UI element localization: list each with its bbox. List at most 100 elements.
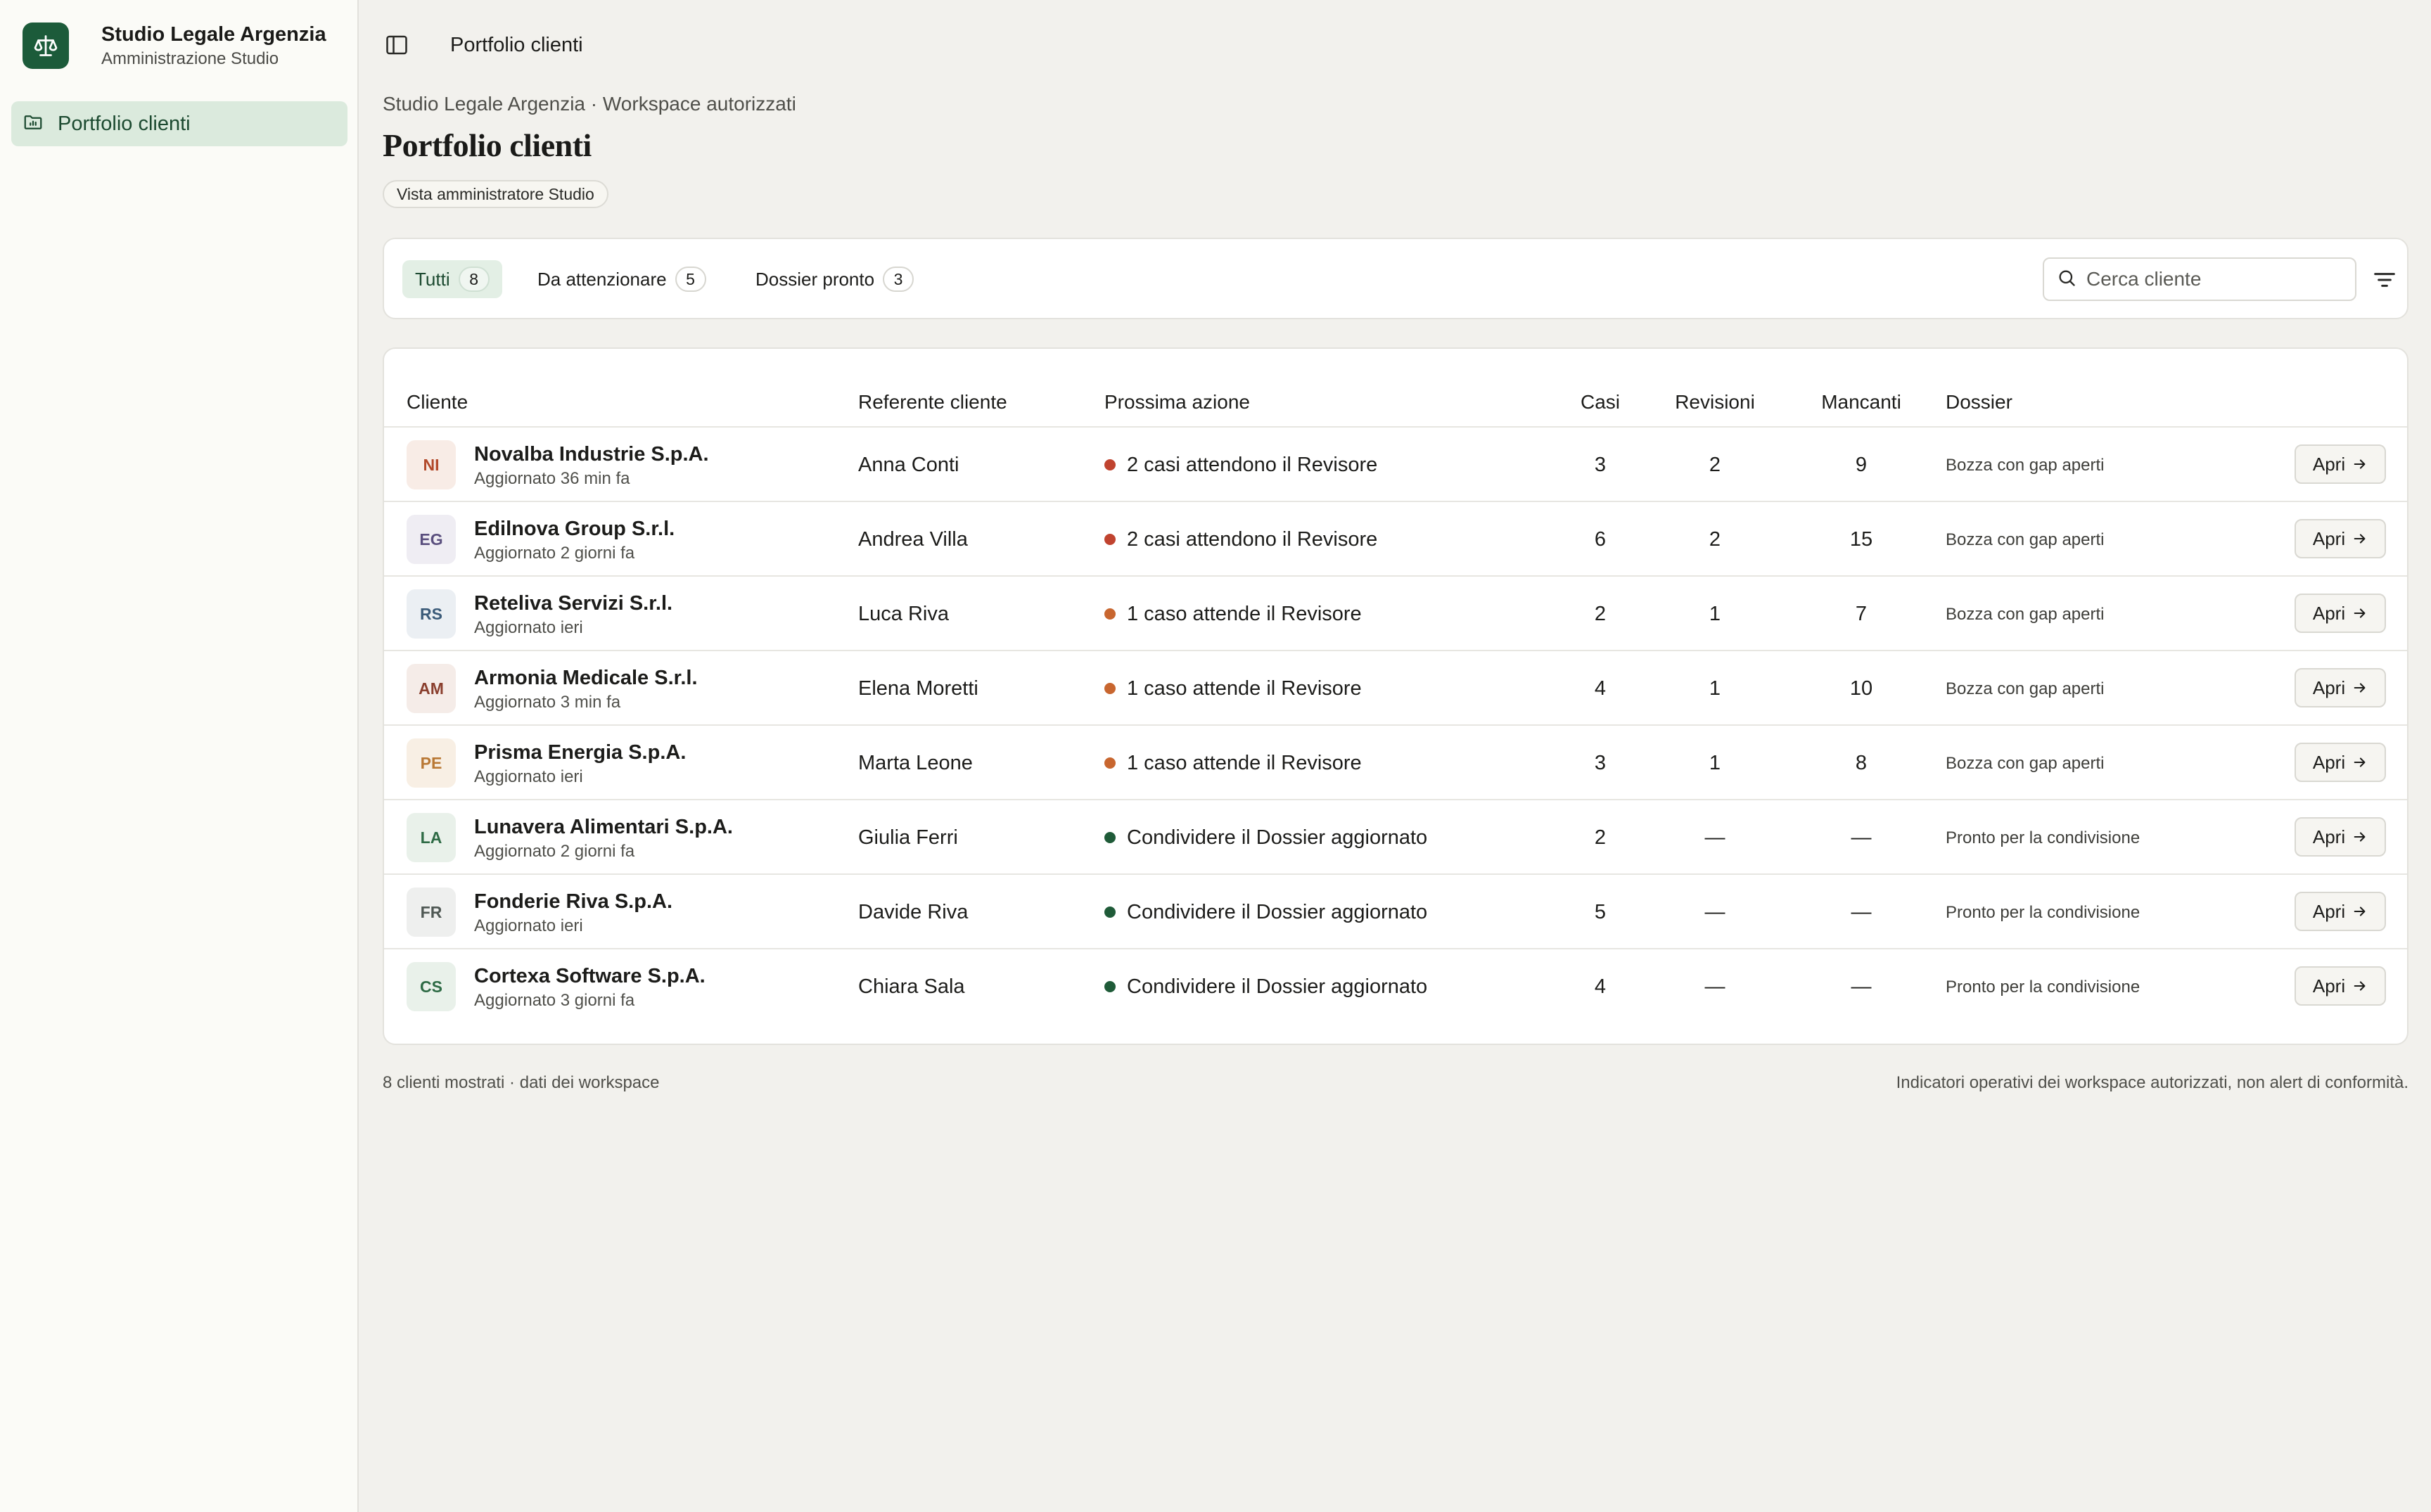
table-row[interactable]: PE Prisma Energia S.p.A. Aggiornato ieri Ma…: [384, 726, 2407, 800]
next-action: 1 caso attende il Revisore: [1104, 750, 1362, 776]
mancanti-count: —: [1851, 901, 1872, 923]
table-row[interactable]: AM Armonia Medicale S.r.l. Aggiornato 3 mi…: [384, 651, 2407, 726]
client-name[interactable]: Lunavera Alimentari S.p.A.: [474, 814, 733, 840]
client-updated: Aggiornato ieri: [474, 767, 583, 786]
open-button[interactable]: Apri: [2295, 743, 2386, 782]
column-header-revisioni: Revisioni: [1675, 391, 1755, 413]
casi-count: 4: [1594, 975, 1607, 998]
client-updated: Aggiornato ieri: [474, 916, 583, 935]
client-name[interactable]: Prisma Energia S.p.A.: [474, 740, 686, 765]
client-referente: Andrea Villa: [858, 528, 968, 551]
view-badge: Vista amministratore Studio: [383, 180, 608, 208]
table-row[interactable]: FR Fonderie Riva S.p.A. Aggiornato ieri Dav…: [384, 875, 2407, 949]
arrow-right-icon: [2354, 459, 2366, 469]
arrow-right-icon: [2354, 981, 2366, 991]
tab-dossier-pronto[interactable]: Dossier pronto 3: [743, 260, 926, 298]
next-action-text: 1 caso attende il Revisore: [1127, 752, 1362, 774]
client-updated: Aggiornato 2 giorni fa: [474, 842, 635, 861]
open-button[interactable]: Apri: [2295, 892, 2386, 931]
next-action-text: 2 casi attendono il Revisore: [1127, 528, 1378, 551]
search-icon: [2057, 268, 2076, 291]
client-avatar: FR: [407, 888, 456, 937]
next-action-text: Condividere il Dossier aggiornato: [1127, 975, 1428, 998]
status-dot: [1104, 981, 1116, 992]
client-avatar: LA: [407, 813, 456, 862]
dossier-status: Bozza con gap aperti: [1946, 530, 2105, 549]
mancanti-count: —: [1851, 826, 1872, 849]
open-button-label: Apri: [2312, 677, 2346, 698]
next-action: 2 casi attendono il Revisore: [1104, 526, 1377, 553]
open-button[interactable]: Apri: [2295, 594, 2386, 633]
column-header-referente: Referente cliente: [858, 391, 1007, 413]
open-button-label: Apri: [2312, 602, 2346, 624]
client-name[interactable]: Novalba Industrie S.p.A.: [474, 442, 709, 467]
revisioni-count: 2: [1709, 454, 1721, 476]
folder-chart-icon: [23, 112, 44, 136]
client-referente: Chiara Sala: [858, 975, 965, 998]
casi-count: 2: [1594, 826, 1607, 849]
dossier-status: Pronto per la condivisione: [1946, 978, 2140, 997]
arrow-right-icon: [2354, 906, 2366, 916]
next-action: 2 casi attendono il Revisore: [1104, 451, 1377, 478]
open-button[interactable]: Apri: [2295, 444, 2386, 484]
sidebar-item-portfolio[interactable]: Portfolio clienti: [11, 101, 347, 146]
column-header-azione: Prossima azione: [1104, 391, 1250, 413]
client-name[interactable]: Reteliva Servizi S.r.l.: [474, 591, 672, 616]
client-avatar: PE: [407, 738, 456, 788]
open-button-label: Apri: [2312, 527, 2346, 549]
dossier-status: Pronto per la condivisione: [1946, 903, 2140, 922]
client-name[interactable]: Armonia Medicale S.r.l.: [474, 665, 698, 691]
open-button-label: Apri: [2312, 751, 2346, 773]
client-updated: Aggiornato 36 min fa: [474, 469, 630, 488]
client-avatar: EG: [407, 515, 456, 564]
brand-subtitle: Amministrazione Studio: [101, 49, 279, 68]
arrow-right-icon: [2354, 608, 2366, 618]
mancanti-count: 10: [1849, 677, 1873, 700]
search-box[interactable]: [2043, 257, 2356, 301]
casi-count: 4: [1594, 677, 1607, 700]
next-action: Condividere il Dossier aggiornato: [1104, 899, 1427, 925]
dossier-status: Bozza con gap aperti: [1946, 456, 2105, 475]
table-row[interactable]: LA Lunavera Alimentari S.p.A. Aggiornato 2…: [384, 800, 2407, 875]
column-header-dossier: Dossier: [1946, 391, 2012, 413]
breadcrumb: Studio Legale Argenzia · Workspace autor…: [383, 93, 796, 115]
client-name[interactable]: Fonderie Riva S.p.A.: [474, 889, 672, 914]
open-button-label: Apri: [2312, 453, 2346, 475]
tab-tutti[interactable]: Tutti 8: [402, 260, 502, 298]
tab-da-attenzionare[interactable]: Da attenzionare 5: [525, 260, 719, 298]
client-name[interactable]: Cortexa Software S.p.A.: [474, 963, 706, 989]
client-updated: Aggiornato 3 min fa: [474, 693, 621, 712]
client-referente: Anna Conti: [858, 454, 959, 476]
table-row[interactable]: NI Novalba Industrie S.p.A. Aggiornato 36 …: [384, 428, 2407, 502]
brand-title: Studio Legale Argenzia: [101, 23, 326, 46]
revisioni-count: 1: [1709, 603, 1721, 625]
sidebar-toggle-icon[interactable]: [384, 32, 409, 58]
casi-count: 6: [1594, 528, 1607, 551]
open-button[interactable]: Apri: [2295, 519, 2386, 558]
dossier-status: Bozza con gap aperti: [1946, 605, 2105, 624]
mancanti-count: 15: [1849, 528, 1873, 551]
client-updated: Aggiornato 3 giorni fa: [474, 991, 635, 1010]
client-referente: Giulia Ferri: [858, 826, 958, 849]
revisioni-count: —: [1704, 826, 1725, 849]
client-referente: Luca Riva: [858, 603, 949, 625]
open-button-label: Apri: [2312, 975, 2346, 997]
open-button[interactable]: Apri: [2295, 668, 2386, 707]
table-row[interactable]: RS Reteliva Servizi S.r.l. Aggiornato ieri…: [384, 577, 2407, 651]
tab-label: Da attenzionare: [537, 268, 667, 290]
table-row[interactable]: EG Edilnova Group S.r.l. Aggiornato 2 gior…: [384, 502, 2407, 577]
open-button[interactable]: Apri: [2295, 817, 2386, 857]
search-input[interactable]: [2086, 268, 2340, 290]
casi-count: 5: [1594, 901, 1607, 923]
footer-count: 8 clienti mostrati · dati dei workspace: [383, 1073, 660, 1092]
tab-label: Dossier pronto: [755, 268, 875, 290]
casi-count: 3: [1594, 454, 1607, 476]
column-header-casi: Casi: [1580, 391, 1620, 413]
status-dot: [1104, 906, 1116, 918]
filter-icon[interactable]: [2371, 266, 2399, 294]
client-referente: Elena Moretti: [858, 677, 978, 700]
client-name[interactable]: Edilnova Group S.r.l.: [474, 516, 675, 542]
table-row[interactable]: CS Cortexa Software S.p.A. Aggiornato 3 gi…: [384, 949, 2407, 1024]
open-button[interactable]: Apri: [2295, 966, 2386, 1006]
client-avatar: AM: [407, 664, 456, 713]
